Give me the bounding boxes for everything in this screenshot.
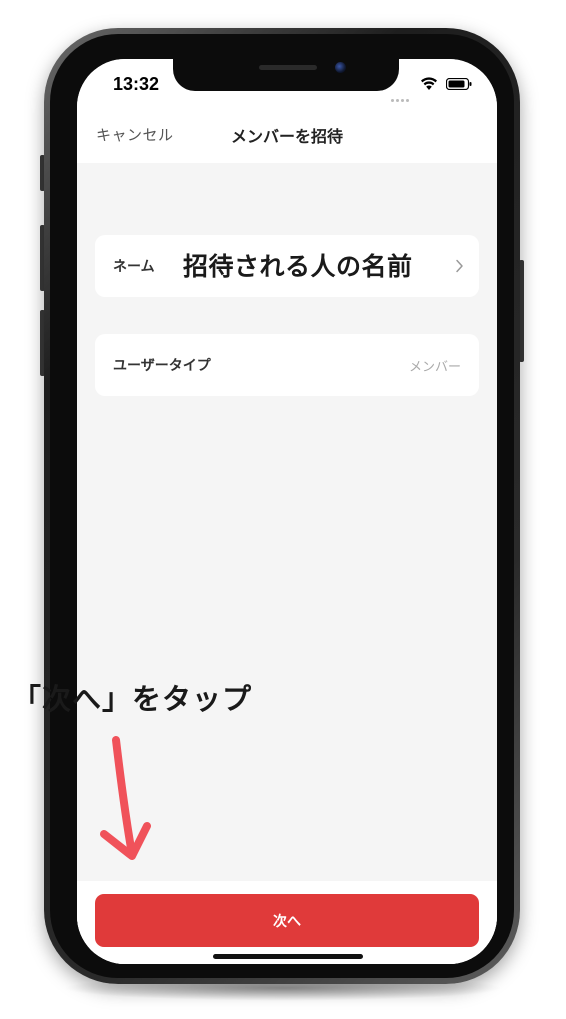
speaker-grille	[259, 65, 317, 70]
user-type-label: ユーザータイプ	[113, 358, 211, 374]
user-type-value: メンバー	[408, 360, 461, 375]
signal-dots-icon	[391, 87, 413, 102]
home-indicator[interactable]	[213, 954, 363, 959]
name-label: ネーム	[113, 259, 155, 275]
wifi-icon	[421, 77, 437, 90]
status-bar: 13:32	[77, 59, 497, 109]
chevron-right-icon	[456, 259, 463, 273]
battery-icon	[446, 78, 472, 90]
name-row[interactable]: ネーム 招待される人の名前	[95, 235, 479, 297]
status-time: 13:32	[113, 74, 160, 94]
notch	[173, 59, 399, 91]
next-button[interactable]: 次へ	[95, 894, 479, 947]
user-type-row[interactable]: ユーザータイプ メンバー	[95, 334, 479, 396]
stage: 13:32 キャンセル メンバーを招待 ネーム 招待される人の名前 ユーザータイ…	[0, 0, 566, 1019]
page-title: メンバーを招待	[230, 127, 343, 146]
front-camera	[335, 62, 346, 73]
navigation-bar: キャンセル メンバーを招待	[77, 109, 497, 163]
tap-instruction: 「次へ」をタップ	[12, 682, 253, 716]
arrow-down-icon	[100, 736, 151, 860]
name-annotation: 招待される人の名前	[183, 252, 413, 281]
